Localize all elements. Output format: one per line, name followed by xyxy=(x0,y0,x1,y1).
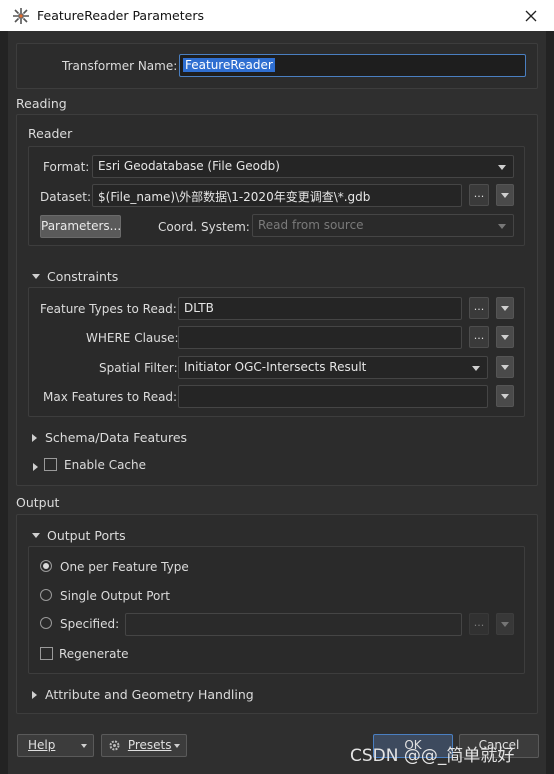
dataset-input[interactable]: $(File_name)\外部数据\1-2020年变更调查\*.gdb xyxy=(92,184,462,207)
one-per-feature-type-label: One per Feature Type xyxy=(60,560,189,574)
background-edge-left xyxy=(0,31,8,774)
parameters-button[interactable]: Parameters... xyxy=(40,215,121,238)
chevron-right-icon xyxy=(32,690,37,699)
regenerate-label: Regenerate xyxy=(59,647,129,661)
one-per-feature-type-radio[interactable] xyxy=(40,560,52,572)
spatial-filter-select[interactable]: Initiator OGC-Intersects Result xyxy=(178,356,488,379)
where-clause-menu-button[interactable] xyxy=(496,326,514,348)
constraints-section-label: Constraints xyxy=(47,269,119,284)
where-clause-browse-button[interactable]: ... xyxy=(469,326,489,348)
feature-types-input[interactable]: DLTB xyxy=(178,297,462,320)
dataset-browse-button[interactable]: ... xyxy=(469,184,489,206)
transformer-name-label: Transformer Name: xyxy=(62,59,178,73)
schema-data-features-toggle[interactable]: Schema/Data Features xyxy=(32,430,187,445)
chevron-down-icon xyxy=(174,744,180,748)
max-features-menu-button[interactable] xyxy=(496,385,514,407)
presets-button[interactable]: Presets xyxy=(101,734,187,757)
single-output-port-radio[interactable] xyxy=(40,589,52,601)
spatial-filter-label: Spatial Filter: xyxy=(99,361,178,375)
background-edge-right xyxy=(546,31,554,774)
coord-system-select[interactable]: Read from source xyxy=(252,214,514,237)
enable-cache-expand[interactable] xyxy=(33,463,38,471)
window-title: FeatureReader Parameters xyxy=(37,8,204,23)
chevron-down-icon xyxy=(32,274,40,279)
transformer-name-input[interactable]: FeatureReader xyxy=(179,54,526,77)
schema-data-features-label: Schema/Data Features xyxy=(45,430,188,445)
spatial-filter-value: Initiator OGC-Intersects Result xyxy=(184,360,367,374)
attribute-geometry-toggle[interactable]: Attribute and Geometry Handling xyxy=(32,687,254,702)
single-output-port-label: Single Output Port xyxy=(60,589,170,603)
format-value: Esri Geodatabase (File Geodb) xyxy=(98,159,280,173)
dataset-label: Dataset: xyxy=(40,190,92,204)
transformer-name-value: FeatureReader xyxy=(183,58,275,72)
max-features-label: Max Features to Read: xyxy=(43,390,178,404)
constraints-toggle[interactable]: Constraints xyxy=(32,269,118,284)
specified-radio[interactable] xyxy=(40,617,52,629)
specified-input[interactable] xyxy=(125,613,462,636)
reading-section-label: Reading xyxy=(16,96,67,111)
chevron-right-icon xyxy=(32,433,37,442)
format-label: Format: xyxy=(43,160,90,174)
specified-browse-button[interactable]: ... xyxy=(469,613,489,635)
feature-types-label: Feature Types to Read: xyxy=(40,302,177,316)
close-button[interactable] xyxy=(508,0,554,31)
help-button[interactable]: Help xyxy=(17,734,94,757)
attribute-geometry-label: Attribute and Geometry Handling xyxy=(45,687,254,702)
enable-cache-checkbox[interactable] xyxy=(44,458,57,471)
presets-label: Presets xyxy=(127,738,172,752)
title-bar: FeatureReader Parameters xyxy=(0,0,554,31)
specified-menu-button[interactable] xyxy=(496,613,514,635)
dataset-menu-button[interactable] xyxy=(496,184,514,206)
coord-system-value: Read from source xyxy=(258,218,364,232)
dataset-value: $(File_name)\外部数据\1-2020年变更调查\*.gdb xyxy=(98,190,371,204)
watermark-text: CSDN @@_简单就好 xyxy=(350,746,515,766)
feature-types-menu-button[interactable] xyxy=(496,297,514,319)
feature-reader-icon xyxy=(13,8,29,24)
where-clause-input[interactable] xyxy=(178,326,462,349)
help-label: Help xyxy=(28,738,56,752)
output-ports-label: Output Ports xyxy=(47,528,126,543)
close-icon xyxy=(525,10,537,21)
reader-section-label: Reader xyxy=(28,126,73,141)
max-features-input[interactable] xyxy=(178,385,488,408)
feature-types-value: DLTB xyxy=(184,301,214,315)
where-clause-label: WHERE Clause: xyxy=(86,331,179,345)
chevron-down-icon xyxy=(81,744,87,748)
specified-label: Specified: xyxy=(60,617,120,631)
gear-icon xyxy=(109,740,120,751)
enable-cache-label: Enable Cache xyxy=(64,458,147,472)
feature-types-browse-button[interactable]: ... xyxy=(469,297,489,319)
output-section-label: Output xyxy=(16,495,60,510)
chevron-down-icon xyxy=(32,533,40,538)
format-select[interactable]: Esri Geodatabase (File Geodb) xyxy=(92,155,514,178)
coord-system-label: Coord. System: xyxy=(158,220,250,234)
regenerate-checkbox[interactable] xyxy=(40,647,53,660)
output-ports-toggle[interactable]: Output Ports xyxy=(32,528,126,543)
spatial-filter-menu-button[interactable] xyxy=(496,356,514,378)
